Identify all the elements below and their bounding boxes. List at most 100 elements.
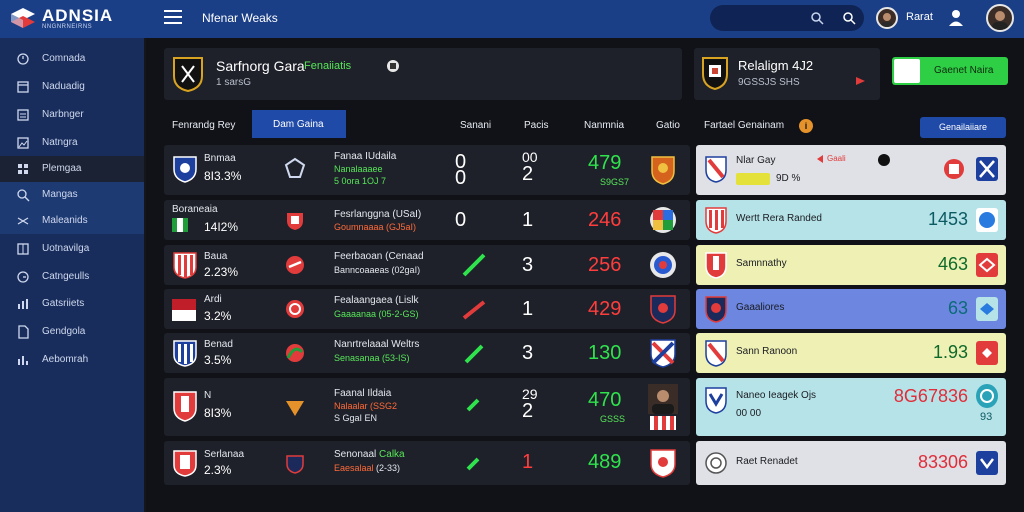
- team-name: N: [204, 390, 212, 401]
- goal-value: 1: [522, 298, 534, 320]
- sidebar-item-gendgola[interactable]: Gendgola: [0, 319, 144, 345]
- app-logo[interactable]: ADNSIA NNGNRNEIRNS: [8, 5, 138, 33]
- sidebar-item-aebomrah[interactable]: Aebomrah: [0, 347, 144, 373]
- tab-active[interactable]: Dam Gaina: [252, 110, 346, 138]
- team-crest-icon: [705, 207, 727, 234]
- sidebar-item-uotnavilga[interactable]: Uotnavilga: [0, 236, 144, 262]
- match-subtitle: 1 sarsG: [216, 77, 252, 88]
- sidebar-item-label: Narbnger: [42, 109, 84, 120]
- panel-value: 8G67836: [893, 386, 968, 406]
- shield-icon: [286, 455, 304, 474]
- match-header-card[interactable]: Sarfnorg Gara Fenaiiatis 1 sarsG: [164, 48, 682, 100]
- team-name: Serlanaa: [204, 449, 245, 460]
- panel-tag: Gaali: [827, 154, 846, 163]
- column-header[interactable]: Fenrandg Rey: [172, 120, 235, 131]
- panel-value: 83306: [917, 452, 968, 472]
- score-value: 489: [588, 451, 622, 473]
- tab-label: Dam Gaina: [273, 119, 324, 130]
- score-detail: S9GS7: [600, 177, 630, 187]
- user-icon[interactable]: [946, 8, 966, 28]
- sidebar-item-natngra[interactable]: Natngra: [0, 130, 144, 156]
- badge-icon[interactable]: [386, 59, 400, 73]
- info-icon[interactable]: i: [799, 119, 813, 133]
- column-header[interactable]: Fartael Genainam: [704, 120, 784, 131]
- sidebar-item-mangas[interactable]: Mangas: [0, 182, 144, 208]
- panel-value: 463: [937, 254, 968, 274]
- user-name[interactable]: Rarat: [906, 11, 933, 23]
- team-percent: 3.5%: [204, 353, 232, 367]
- panel-value: 1453: [927, 209, 968, 229]
- related-title: Relaligm 4J2: [738, 58, 814, 73]
- summary-panel[interactable]: Wertt Rera Randed 1453: [696, 200, 1006, 240]
- team-crest-icon: [173, 252, 197, 279]
- team-crest-icon: [705, 452, 727, 474]
- table-row[interactable]: Baua 2.23% Feerbaoan (Cenaad Banncoaaeas…: [164, 245, 690, 285]
- shield-icon: [286, 401, 304, 416]
- column-header[interactable]: Nanmnia: [584, 120, 624, 131]
- summary-panel[interactable]: Nlar Gay Gaali 9D %: [696, 145, 1006, 195]
- sidebar-item-narbnger[interactable]: Narbnger: [0, 102, 144, 128]
- goal-value: 1: [522, 451, 534, 473]
- column-header[interactable]: Sanani: [460, 120, 491, 131]
- search-icon[interactable]: [810, 11, 824, 25]
- table-row[interactable]: Boraneaia 14I2% Fesrlanggna (USaI) Goumn…: [164, 200, 690, 240]
- menu-icon[interactable]: [164, 10, 182, 26]
- search-input[interactable]: [710, 5, 864, 31]
- goal-value: 2: [522, 400, 534, 422]
- table-row[interactable]: N 8I3% Faanal Ildaia Nalaalar (SSG2 S Gg…: [164, 378, 690, 436]
- panel-label: Nlar Gay: [736, 155, 776, 166]
- match-tag: Fenaiiatis: [304, 60, 352, 72]
- column-header[interactable]: Pacis: [524, 120, 548, 131]
- match-name: Fealaangaea (Lislk: [334, 295, 419, 306]
- team-crest-icon: [976, 451, 998, 475]
- shield-icon: [286, 256, 304, 274]
- sidebar-item-catngeulls[interactable]: Catngeulls: [0, 264, 144, 290]
- search-icon[interactable]: [842, 11, 856, 25]
- sidebar-item-naduadig[interactable]: Naduadig: [0, 74, 144, 100]
- related-match-card[interactable]: Relaligm 4J2 9GSSJS SHS: [694, 48, 880, 100]
- avatar[interactable]: [876, 7, 898, 29]
- summary-panel[interactable]: Samnnathy 463: [696, 245, 1006, 285]
- column-header[interactable]: Gatio: [656, 120, 680, 131]
- team-name: Baua: [204, 251, 228, 262]
- sidebar-item-comnada[interactable]: Comnada: [0, 46, 144, 72]
- summary-panel[interactable]: Sann Ranoon 1.93: [696, 333, 1006, 373]
- match-name: Faanal Ildaia: [334, 388, 392, 399]
- shield-icon: [286, 344, 304, 362]
- calendar-icon: [17, 81, 29, 93]
- summary-panel[interactable]: Gaaaliores 63: [696, 289, 1006, 329]
- sidebar-item-maleanids[interactable]: Maleanids: [0, 208, 144, 234]
- grid-icon: [18, 164, 28, 174]
- team-crest-icon: [173, 450, 197, 477]
- player-portrait-icon: [648, 384, 678, 430]
- team-crest-icon: [173, 391, 197, 422]
- top-bar: ADNSIA NNGNRNEIRNS Nfenar Weaks Rarat: [0, 0, 1024, 38]
- table-row[interactable]: Serlanaa 2.3% Senonaal Calka Eaesalaal (…: [164, 441, 690, 485]
- cta-button[interactable]: Gaenet Naira: [892, 57, 1008, 85]
- ball-icon: [878, 154, 890, 166]
- match-detail: Senasanaa (53-IS): [334, 353, 410, 363]
- table-row[interactable]: Bnmaa 8I3.3% Fanaa IUdaila Nanalaaaee 5 …: [164, 145, 690, 195]
- team-percent: 2.3%: [204, 463, 232, 477]
- team-name: Benad: [204, 339, 233, 350]
- panel-label: Sann Ranoon: [736, 346, 798, 357]
- sidebar-item-plemgaa[interactable]: Plemgaa: [0, 156, 144, 182]
- image-icon: [17, 137, 29, 149]
- main-content: Sarfnorg Gara Fenaiiatis 1 sarsG Relalig…: [146, 38, 1024, 512]
- profile-avatar[interactable]: [986, 4, 1014, 32]
- table-row[interactable]: Benad 3.5% Nanrtrelaaal Weltrs Senasanaa…: [164, 333, 690, 373]
- match-title: Sarfnorg Gara: [216, 58, 305, 74]
- summary-panel[interactable]: Naneo Ieagek Ojs 00 00 8G67836 93: [696, 378, 1006, 436]
- team-crest-icon: [650, 295, 676, 324]
- clock-icon: [17, 53, 29, 65]
- match-detail: Gaaaanaa (05-2-GS): [334, 309, 419, 319]
- search-icon: [17, 189, 30, 202]
- related-subtitle: 9GSSJS SHS: [738, 77, 800, 88]
- summary-panel[interactable]: Raet Renadet 83306: [696, 441, 1006, 485]
- pen-icon: [466, 457, 480, 471]
- team-name: Ardi: [204, 294, 222, 305]
- details-button[interactable]: Genailaiiare: [920, 117, 1006, 138]
- sidebar-item-gatsriiets[interactable]: Gatsriiets: [0, 291, 144, 317]
- table-row[interactable]: Ardi 3.2% Fealaangaea (Lislk Gaaaanaa (0…: [164, 289, 690, 329]
- flag-icon: [172, 299, 196, 321]
